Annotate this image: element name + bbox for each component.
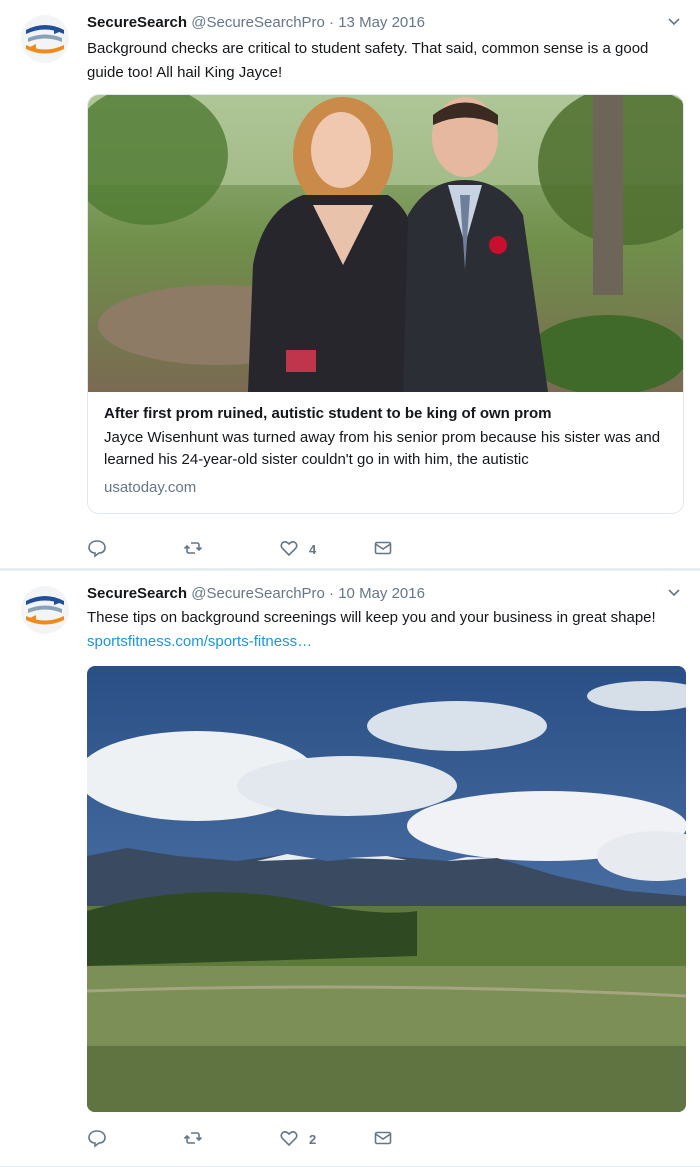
retweet-icon [183, 1128, 203, 1151]
like-count: 4 [309, 541, 317, 557]
heart-icon [279, 538, 299, 561]
user-handle[interactable]: @SecureSearchPro [191, 585, 325, 602]
message-button[interactable] [373, 538, 393, 560]
reply-button[interactable] [87, 538, 117, 560]
display-name[interactable]: SecureSearch [87, 14, 187, 31]
card-title[interactable]: After first prom ruined, autistic studen… [104, 403, 667, 425]
tweet[interactable]: SecureSearch @SecureSearchPro · 10 May 2… [0, 571, 700, 1167]
tweet-date[interactable]: 10 May 2016 [338, 585, 425, 602]
securesearch-logo-icon[interactable] [20, 585, 70, 635]
like-button[interactable]: 4 [279, 538, 316, 560]
reply-icon [87, 1128, 107, 1151]
envelope-icon [373, 1128, 393, 1151]
timeline-feed: SecureSearch @SecureSearchPro · 13 May 2… [0, 0, 700, 1167]
link-card[interactable]: After first prom ruined, autistic studen… [87, 94, 684, 514]
securesearch-logo-icon[interactable] [20, 14, 70, 64]
like-button[interactable]: 2 [279, 1128, 316, 1150]
tweet[interactable]: SecureSearch @SecureSearchPro · 13 May 2… [0, 0, 700, 569]
reply-button[interactable] [87, 1128, 117, 1150]
separator: · [329, 14, 335, 31]
tweet-header: SecureSearch @SecureSearchPro · 10 May 2… [87, 584, 670, 603]
separator: · [329, 585, 335, 602]
display-name[interactable]: SecureSearch [87, 585, 187, 602]
tweet-text: These tips on background screenings will… [87, 606, 687, 654]
tweet-actions: 4 [87, 538, 407, 562]
tweet-text: Background checks are critical to studen… [87, 40, 649, 81]
card-image[interactable] [88, 95, 683, 395]
heart-icon [279, 1128, 299, 1151]
tweet-photo[interactable] [87, 666, 686, 1112]
tweet-actions: 2 [87, 1128, 407, 1152]
tweet-text-body: These tips on background screenings will… [87, 609, 656, 626]
card-domain: usatoday.com [104, 479, 197, 496]
card-description: Jayce Wisenhunt was turned away from his… [104, 429, 661, 468]
reply-icon [87, 538, 107, 561]
retweet-button[interactable] [183, 1128, 213, 1150]
chevron-down-icon[interactable] [666, 14, 682, 30]
like-count: 2 [309, 1131, 317, 1147]
retweet-icon [183, 538, 203, 561]
envelope-icon [373, 538, 393, 561]
user-handle[interactable]: @SecureSearchPro [191, 14, 325, 31]
retweet-button[interactable] [183, 538, 213, 560]
tweet-header: SecureSearch @SecureSearchPro · 13 May 2… [87, 13, 670, 32]
tweet-link[interactable]: sportsfitness.com/sports-fitness… [87, 633, 312, 650]
chevron-down-icon[interactable] [666, 585, 682, 601]
message-button[interactable] [373, 1128, 393, 1150]
tweet-date[interactable]: 13 May 2016 [338, 14, 425, 31]
